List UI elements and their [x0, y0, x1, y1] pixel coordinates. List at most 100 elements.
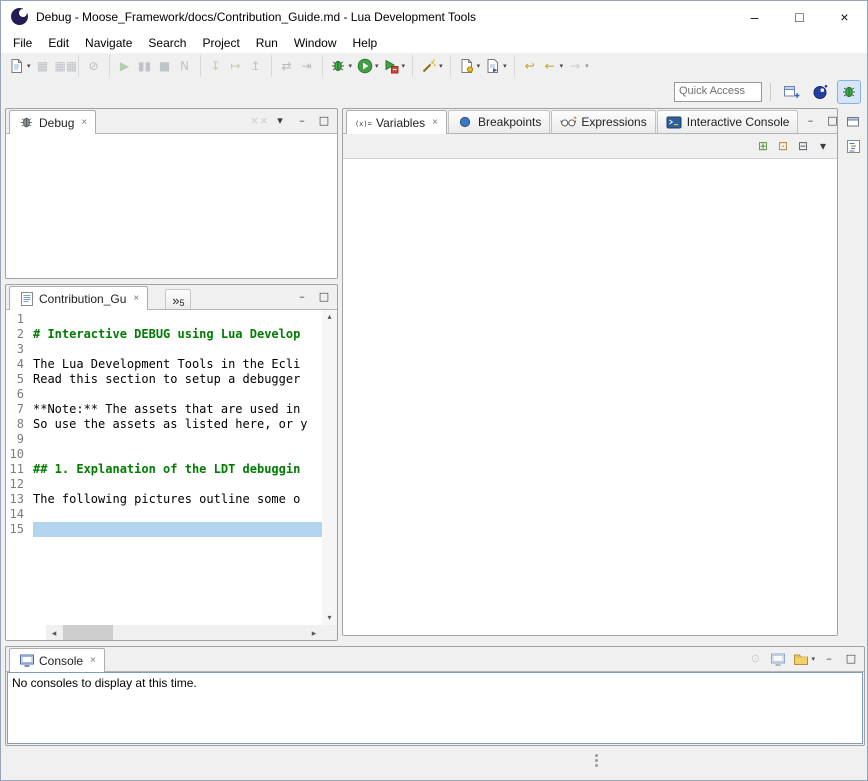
dropdown-icon[interactable]: ▾	[349, 62, 353, 70]
editor-line-9: 9	[6, 432, 322, 447]
editor-vertical-scrollbar[interactable]: ▴ ▾	[322, 310, 337, 625]
close-icon[interactable]: ×	[133, 293, 139, 304]
minimize-button[interactable]: –	[818, 649, 840, 669]
scroll-left-icon[interactable]: ◂	[46, 629, 62, 637]
editor-line-4: 4The Lua Development Tools in the Ecli	[6, 357, 322, 372]
editor-horizontal-scrollbar[interactable]: ◂ ▸	[46, 625, 322, 640]
save-all-button[interactable]: ▦▦	[53, 55, 73, 77]
dropdown-icon[interactable]: ▾	[585, 62, 589, 70]
scrollbar-track[interactable]	[62, 625, 306, 640]
tab-expressions[interactable]: Expressions	[551, 110, 655, 133]
step-return-button[interactable]: ↥	[246, 55, 266, 77]
last-edit-location-button[interactable]: ↩	[520, 55, 540, 77]
maximize-button[interactable]: □	[313, 287, 335, 307]
menu-edit[interactable]: Edit	[40, 34, 77, 52]
perspective-debug-button[interactable]	[837, 80, 861, 104]
restore-minimized-view-2-button[interactable]	[844, 135, 863, 157]
dropdown-icon[interactable]: ▾	[27, 62, 31, 70]
scrollbar-thumb[interactable]	[63, 625, 113, 640]
line-text	[33, 507, 322, 522]
forward-button[interactable]: →▾	[565, 55, 591, 77]
tab-variables[interactable]: (x)=Variables×	[346, 110, 447, 134]
scroll-down-icon[interactable]: ▾	[327, 614, 331, 622]
minimize-button[interactable]: –	[799, 111, 821, 131]
back-icon: ←	[542, 58, 558, 74]
open-wizard-button[interactable]: ▾	[482, 55, 509, 77]
menu-help[interactable]: Help	[345, 34, 386, 52]
close-icon[interactable]: ×	[90, 655, 96, 666]
scroll-right-icon[interactable]: ▸	[306, 629, 322, 637]
pin-console-button[interactable]: ⊙	[744, 649, 766, 669]
suspend-button[interactable]: ▮▮	[135, 55, 155, 77]
menu-navigate[interactable]: Navigate	[77, 34, 140, 52]
run-to-line-button[interactable]: ⇥	[297, 55, 317, 77]
editor-text-area[interactable]: 12# Interactive DEBUG using Lua Develop3…	[6, 312, 322, 625]
minimize-button[interactable]: –	[291, 111, 313, 131]
tab-contribution-guide[interactable]: Contribution_Gu ×	[9, 286, 148, 310]
maximize-button[interactable]: □	[840, 649, 862, 669]
window-close-button[interactable]: ×	[822, 1, 867, 32]
close-icon[interactable]: ×	[432, 117, 438, 128]
console-content[interactable]: No consoles to display at this time.	[7, 672, 863, 744]
show-logical-structures-button[interactable]: ⊞	[753, 135, 773, 157]
sash-grip[interactable]	[595, 754, 598, 757]
tab-interactive-console[interactable]: Interactive Console	[657, 110, 799, 133]
variables-view-content[interactable]	[343, 158, 837, 635]
editor-tab-overflow[interactable]: »5	[165, 289, 191, 309]
display-selected-console-button[interactable]	[766, 649, 789, 669]
step-into-button[interactable]: ↧	[206, 55, 226, 77]
menu-search[interactable]: Search	[140, 34, 194, 52]
dropdown-icon[interactable]: ▾	[811, 655, 815, 663]
save-icon: ▦	[35, 58, 51, 74]
open-console-button[interactable]: ▾	[789, 649, 818, 669]
menu-run[interactable]: Run	[248, 34, 286, 52]
view-menu-button[interactable]: ▾	[269, 111, 291, 131]
toolbar-group: ↧↦↥	[200, 55, 269, 77]
minimize-button[interactable]: –	[291, 287, 313, 307]
line-text	[33, 477, 322, 492]
open-perspective-button[interactable]	[779, 80, 803, 104]
menu-file[interactable]: File	[5, 34, 40, 52]
new-wizard-button[interactable]: ▾	[456, 55, 483, 77]
restore-minimized-view-1-button[interactable]	[844, 110, 863, 132]
new-button[interactable]: ▾	[6, 55, 33, 77]
back-button[interactable]: ←▾	[540, 55, 566, 77]
perspective-ldt-button[interactable]	[808, 80, 832, 104]
view-menu-button[interactable]: ▾	[813, 135, 833, 157]
window-minimize-button[interactable]: –	[732, 1, 777, 32]
debug-button[interactable]: ▾	[328, 55, 355, 77]
resume-button[interactable]: ▶	[115, 55, 135, 77]
run-button[interactable]: ▾	[354, 55, 381, 77]
menu-project[interactable]: Project	[194, 34, 247, 52]
search-button[interactable]: ▾	[418, 55, 445, 77]
show-columns-button[interactable]: ⊡	[773, 135, 793, 157]
close-icon[interactable]: ×	[81, 117, 87, 128]
quick-access-field[interactable]: Quick Access	[674, 82, 762, 102]
dropdown-icon[interactable]: ▾	[503, 62, 507, 70]
scroll-up-icon[interactable]: ▴	[327, 313, 331, 321]
tab-debug[interactable]: Debug ×	[9, 110, 96, 134]
save-button[interactable]: ▦	[33, 55, 53, 77]
tab-breakpoints[interactable]: Breakpoints	[448, 110, 550, 133]
dropdown-icon[interactable]: ▾	[560, 62, 564, 70]
menu-window[interactable]: Window	[286, 34, 345, 52]
line-number: 12	[6, 477, 33, 492]
terminate-button[interactable]: ■	[155, 55, 175, 77]
dropdown-icon[interactable]: ▾	[375, 62, 379, 70]
external-tools-button[interactable]: ▾	[381, 55, 408, 77]
maximize-button[interactable]: □	[313, 111, 335, 131]
editor-line-10: 10	[6, 447, 322, 462]
dropdown-icon[interactable]: ▾	[477, 62, 481, 70]
collapse-all-button[interactable]: ⊟	[793, 135, 813, 157]
debug-view-content[interactable]	[6, 134, 337, 278]
skip-all-breakpoints-button[interactable]: ⊘	[84, 55, 104, 77]
maximize-button[interactable]: □	[821, 111, 838, 131]
dropdown-icon[interactable]: ▾	[402, 62, 406, 70]
remove-all-terminated-button[interactable]: ××	[247, 111, 269, 131]
tab-console[interactable]: Console ×	[9, 648, 105, 672]
step-over-button[interactable]: ↦	[226, 55, 246, 77]
dropdown-icon[interactable]: ▾	[439, 62, 443, 70]
disconnect-button[interactable]: N	[175, 55, 195, 77]
use-step-filters-button[interactable]: ⇄	[277, 55, 297, 77]
window-maximize-button[interactable]: □	[777, 1, 822, 32]
